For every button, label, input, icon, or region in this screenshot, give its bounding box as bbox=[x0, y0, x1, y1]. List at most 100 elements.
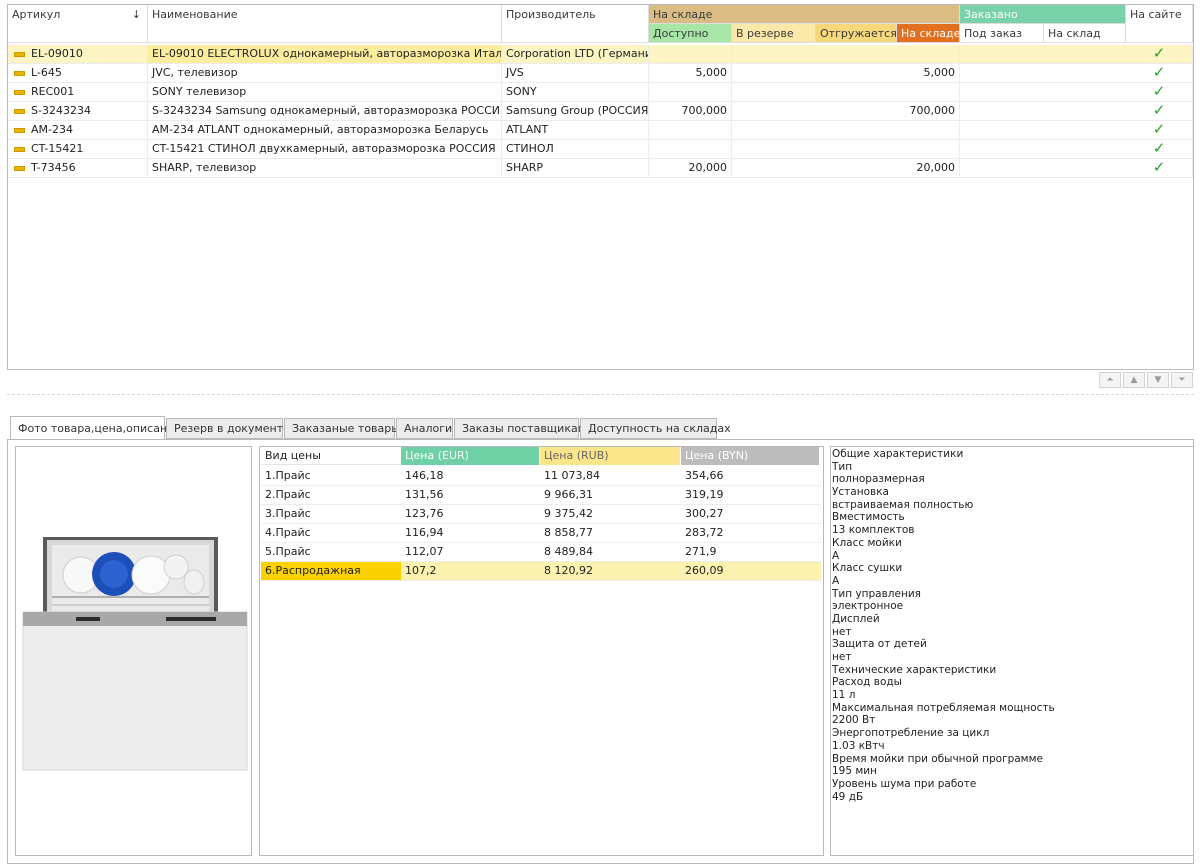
price-row[interactable]: 3.Прайс 123,76 9 375,42 300,27 bbox=[261, 505, 821, 524]
desc-line: Тип управления bbox=[832, 587, 921, 600]
in-stock-cell: 20,000 bbox=[897, 159, 960, 177]
col-header-article[interactable]: Артикул ↓ bbox=[8, 5, 148, 43]
dishwasher-image bbox=[22, 537, 248, 771]
price-byn-cell: 319,19 bbox=[685, 488, 724, 501]
name-cell: S-3243234 Samsung однокамерный, авторазм… bbox=[148, 102, 502, 120]
name-cell: SONY телевизор bbox=[148, 83, 502, 101]
col-group-ordered: Заказано bbox=[960, 5, 1126, 24]
desc-line: Уровень шума при работе bbox=[832, 777, 977, 790]
product-photo-frame bbox=[15, 446, 252, 856]
tab-supplier-orders[interactable]: Заказы поставщикам bbox=[454, 418, 586, 439]
price-rub-cell: 8 858,77 bbox=[544, 526, 593, 539]
first-icon[interactable]: ⏶ bbox=[1099, 372, 1121, 388]
desc-line: A bbox=[832, 549, 840, 562]
in-stock-cell bbox=[897, 45, 960, 63]
tab-reserve-in-document[interactable]: Резерв в документе bbox=[166, 418, 290, 439]
col-header-to-stock[interactable]: На склад bbox=[1044, 24, 1126, 43]
price-byn-cell: 260,09 bbox=[685, 564, 724, 577]
up-icon[interactable]: ▲ bbox=[1123, 372, 1145, 388]
desc-line: Установка bbox=[832, 486, 889, 499]
col-header-available[interactable]: Доступно bbox=[649, 24, 732, 43]
on-site-check-icon: ✓ bbox=[1126, 121, 1193, 139]
price-type-cell: 2.Прайс bbox=[265, 488, 311, 501]
col-header-in-stock[interactable]: На складе bbox=[897, 24, 960, 43]
col-header-on-site[interactable]: На сайте bbox=[1126, 5, 1193, 43]
price-eur-cell: 123,76 bbox=[405, 507, 444, 520]
desc-line: Максимальная потребляемая мощность bbox=[832, 701, 1055, 714]
name-cell: CT-15421 СТИНОЛ двухкамерный, авторазмор… bbox=[148, 140, 502, 158]
article-cell: T-73456 bbox=[8, 159, 148, 177]
article-value: S-3243234 bbox=[31, 104, 91, 117]
item-marker-icon bbox=[14, 89, 25, 95]
tab-ordered-goods[interactable]: Заказаные товары bbox=[284, 418, 400, 439]
desc-line: 1.03 кВтч bbox=[832, 739, 885, 752]
article-value: CT-15421 bbox=[31, 142, 84, 155]
desc-line: полноразмерная bbox=[832, 473, 925, 486]
tab-analogs[interactable]: Аналоги bbox=[396, 418, 453, 439]
table-row[interactable]: REC001 SONY телевизор SONY ✓ bbox=[8, 83, 1193, 102]
table-row[interactable]: AM-234 AM-234 ATLANT однокамерный, автор… bbox=[8, 121, 1193, 140]
manufacturer-cell: Corporation LTD (Германия) bbox=[502, 45, 649, 63]
price-row[interactable]: 4.Прайс 116,94 8 858,77 283,72 bbox=[261, 524, 821, 543]
description-panel[interactable]: Общие характеристики Тип полноразмерная … bbox=[830, 446, 1194, 856]
desc-line: 2200 Вт bbox=[832, 714, 876, 727]
desc-line: нет bbox=[832, 625, 852, 638]
price-rub-cell: 8 120,92 bbox=[544, 564, 593, 577]
article-value: T-73456 bbox=[31, 161, 76, 174]
on-site-check-icon: ✓ bbox=[1126, 45, 1193, 63]
table-row[interactable]: EL-09010 EL-09010 ELECTROLUX однокамерны… bbox=[8, 45, 1193, 64]
last-icon[interactable]: ⏷ bbox=[1171, 372, 1193, 388]
item-marker-icon bbox=[14, 108, 25, 114]
in-stock-cell bbox=[897, 121, 960, 139]
col-header-to-order[interactable]: Под заказ bbox=[960, 24, 1044, 43]
manufacturer-cell: SONY bbox=[502, 83, 649, 101]
available-cell bbox=[649, 121, 732, 139]
col-header-name[interactable]: Наименование bbox=[148, 5, 502, 43]
in-stock-cell bbox=[897, 83, 960, 101]
desc-line: A bbox=[832, 574, 840, 587]
desc-line: Время мойки при обычной программе bbox=[832, 752, 1043, 765]
col-header-price-type[interactable]: Вид цены bbox=[261, 447, 401, 465]
products-grid[interactable]: Артикул ↓ Наименование Производитель На … bbox=[7, 4, 1194, 370]
price-rub-cell: 9 966,31 bbox=[544, 488, 593, 501]
col-header-price-rub[interactable]: Цена (RUB) bbox=[540, 447, 681, 465]
price-byn-cell: 271,9 bbox=[685, 545, 717, 558]
desc-line: 195 мин bbox=[832, 765, 877, 778]
col-header-price-eur[interactable]: Цена (EUR) bbox=[401, 447, 540, 465]
table-row[interactable]: L-645 JVC, телевизор JVS 5,000 5,000 ✓ bbox=[8, 64, 1193, 83]
col-header-manufacturer[interactable]: Производитель bbox=[502, 5, 649, 43]
price-eur-cell: 146,18 bbox=[405, 469, 444, 482]
col-header-shipping[interactable]: Отгружается bbox=[816, 24, 897, 43]
on-site-check-icon: ✓ bbox=[1126, 64, 1193, 82]
price-type-cell: 4.Прайс bbox=[265, 526, 311, 539]
desc-line: Класс сушки bbox=[832, 562, 903, 575]
desc-line: Дисплей bbox=[832, 612, 880, 625]
price-type-cell: 3.Прайс bbox=[265, 507, 311, 520]
desc-line: Вместимость bbox=[832, 511, 905, 524]
price-eur-cell: 112,07 bbox=[405, 545, 444, 558]
on-site-check-icon: ✓ bbox=[1126, 102, 1193, 120]
tab-photo-price-description[interactable]: Фото товара,цена,описание bbox=[10, 416, 181, 440]
price-row[interactable]: 2.Прайс 131,56 9 966,31 319,19 bbox=[261, 486, 821, 505]
price-row[interactable]: 5.Прайс 112,07 8 489,84 271,9 bbox=[261, 543, 821, 562]
down-icon[interactable]: ▼ bbox=[1147, 372, 1169, 388]
manufacturer-cell: СТИНОЛ bbox=[502, 140, 649, 158]
manufacturer-cell: ATLANT bbox=[502, 121, 649, 139]
table-row[interactable]: T-73456 SHARP, телевизор SHARP 20,000 20… bbox=[8, 159, 1193, 178]
article-value: REC001 bbox=[31, 85, 75, 98]
price-row-selected[interactable]: 6.Распродажная 107,2 8 120,92 260,09 bbox=[261, 562, 821, 581]
manufacturer-cell: SHARP bbox=[502, 159, 649, 177]
on-site-check-icon: ✓ bbox=[1126, 83, 1193, 101]
table-row[interactable]: CT-15421 CT-15421 СТИНОЛ двухкамерный, а… bbox=[8, 140, 1193, 159]
available-cell bbox=[649, 83, 732, 101]
tab-warehouse-availability[interactable]: Доступность на складах bbox=[580, 418, 731, 439]
splitter[interactable] bbox=[7, 394, 1194, 395]
on-site-check-icon: ✓ bbox=[1126, 140, 1193, 158]
table-row[interactable]: S-3243234 S-3243234 Samsung однокамерный… bbox=[8, 102, 1193, 121]
in-stock-cell: 5,000 bbox=[897, 64, 960, 82]
price-byn-cell: 283,72 bbox=[685, 526, 724, 539]
col-header-price-byn[interactable]: Цена (BYN) bbox=[681, 447, 820, 465]
desc-line: Расход воды bbox=[832, 676, 902, 689]
price-row[interactable]: 1.Прайс 146,18 11 073,84 354,66 bbox=[261, 467, 821, 486]
col-header-reserved[interactable]: В резерве bbox=[732, 24, 816, 43]
